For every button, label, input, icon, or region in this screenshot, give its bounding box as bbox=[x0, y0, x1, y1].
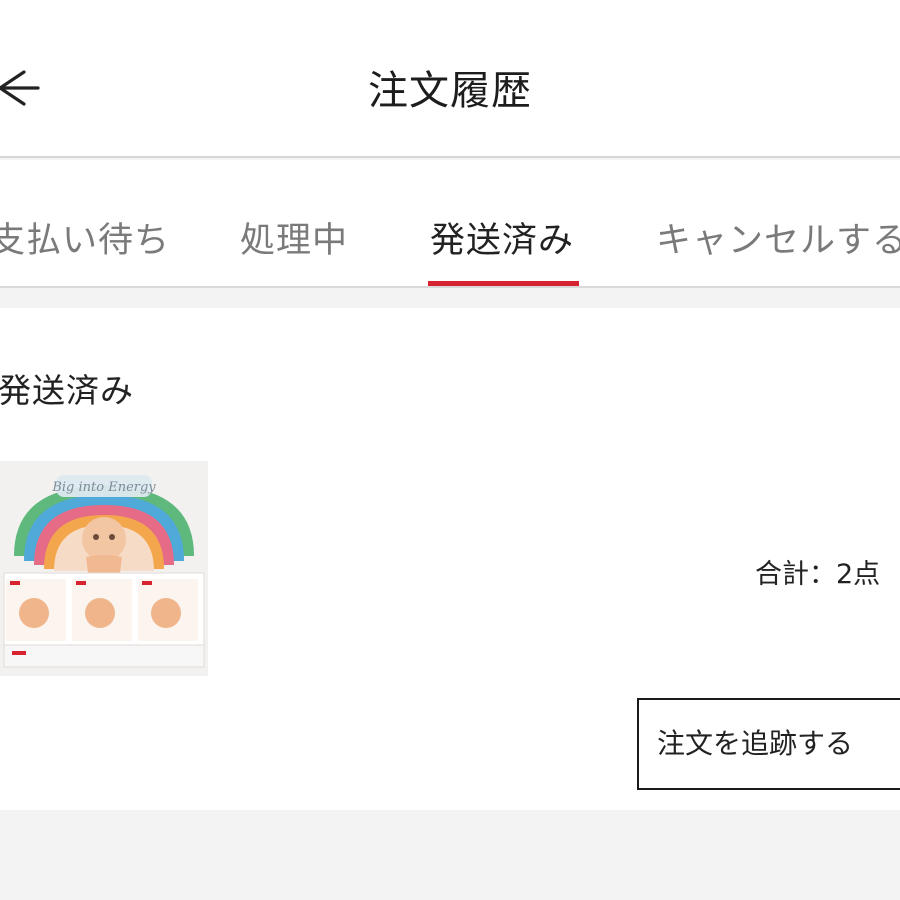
section-divider bbox=[0, 288, 900, 308]
order-total: 合計：2点 bbox=[755, 559, 881, 590]
app-header: 注文履歴 bbox=[0, 0, 900, 158]
order-card: 発送済み Big into Energy 合計：2点 注文を追跡する bbox=[0, 308, 900, 810]
tab-processing[interactable]: 処理中 bbox=[240, 212, 348, 263]
product-thumbnail[interactable]: Big into Energy bbox=[0, 461, 208, 676]
tab-awaiting-payment[interactable]: 支払い待ち bbox=[0, 212, 170, 263]
tab-cancel[interactable]: キャンセルする bbox=[656, 212, 900, 263]
page-footer-space bbox=[0, 810, 900, 900]
track-order-button[interactable]: 注文を追跡する bbox=[637, 698, 900, 790]
page-title: 注文履歴 bbox=[368, 68, 532, 114]
tab-shipped[interactable]: 発送済み bbox=[430, 212, 574, 263]
product-image: Big into Energy bbox=[0, 461, 208, 676]
order-status-tabs: 支払い待ち 処理中 発送済み キャンセルする bbox=[0, 160, 900, 288]
order-status-label: 発送済み bbox=[0, 371, 134, 410]
active-tab-indicator bbox=[428, 281, 579, 286]
svg-text:Big into Energy: Big into Energy bbox=[51, 480, 156, 495]
